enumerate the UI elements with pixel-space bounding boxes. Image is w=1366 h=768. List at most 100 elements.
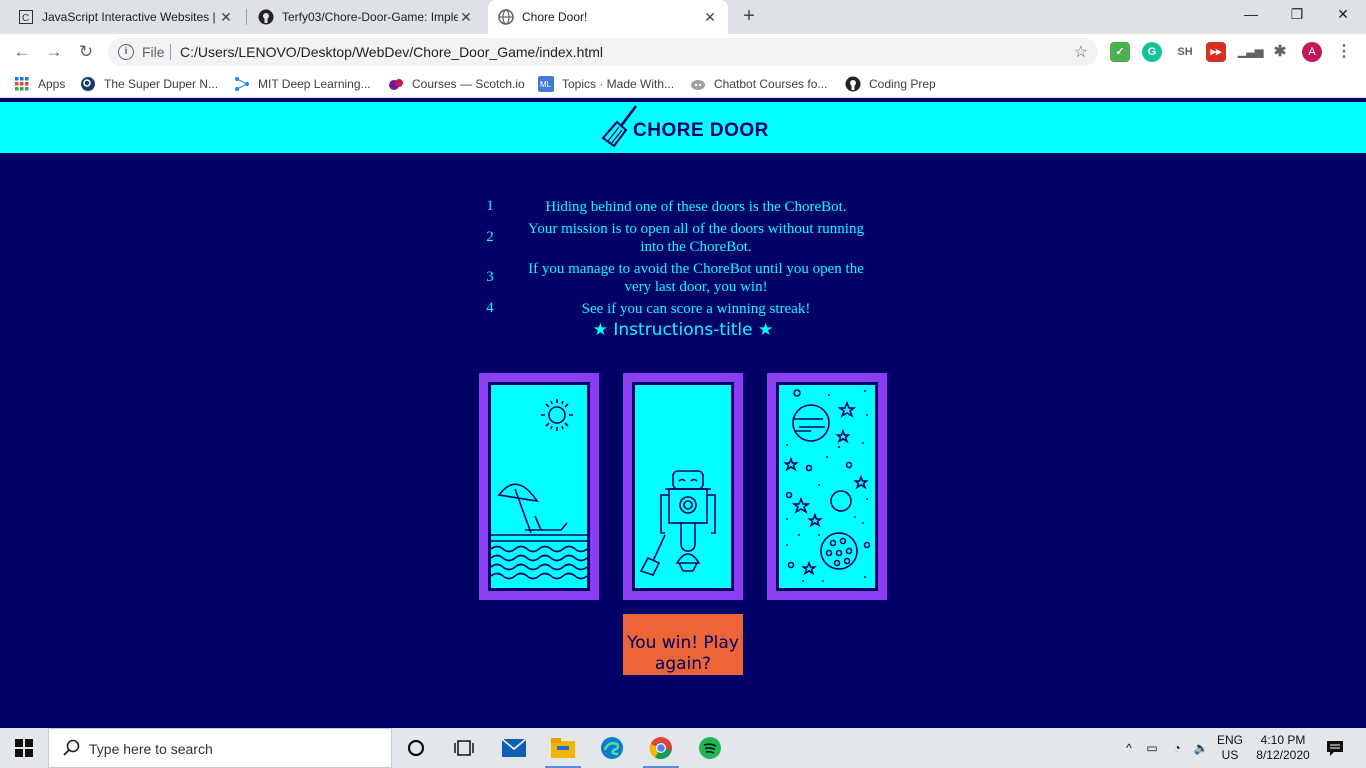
page-title: CHORE DOOR [633,120,769,141]
tab-title: Chore Door! [522,10,588,24]
omnibox-divider [170,44,171,60]
svg-text:ML: ML [540,80,552,89]
menu-kebab-icon[interactable]: ⋮ [1334,42,1354,62]
spotify-icon[interactable] [686,728,734,768]
extensions-puzzle-icon[interactable]: ✱ [1270,42,1290,62]
space-icon [783,389,871,582]
file-explorer-icon[interactable] [539,728,587,768]
instruction-text: Hiding behind one of these doors is the … [545,199,847,215]
minimize-button[interactable]: — [1228,0,1274,30]
instruction-text: See if you can score a winning streak! [581,301,811,317]
beach-icon [491,399,587,580]
info-icon[interactable]: i [118,44,134,60]
browser-tab-3[interactable]: Chore Door! ✕ [488,0,728,34]
extension-chart-icon[interactable]: ▁▃▅ [1238,42,1263,62]
cortana-icon[interactable] [392,728,440,768]
input-language-indicator[interactable]: ENG US [1214,728,1246,768]
address-bar[interactable]: i File C:/Users/LENOVO/Desktop/WebDev/Ch… [108,38,1098,66]
clock-date: 8/12/2020 [1256,748,1310,762]
clock[interactable]: 4:10 PM 8/12/2020 [1250,728,1316,768]
bookmark-apps[interactable]: Apps [14,76,65,92]
play-again-button[interactable]: You win! Play again? [623,614,743,675]
bookmarks-bar: Apps The Super Duper N... MIT Deep Learn… [0,70,1366,98]
svg-text:C: C [22,13,29,24]
extension-sh-icon[interactable]: SH [1173,42,1197,62]
github-icon [845,76,861,92]
chatbot-icon [690,76,706,92]
windows-logo-icon [15,739,33,757]
tab-divider [246,9,247,25]
instruction-number: 3 [486,269,494,285]
broom-icon [601,105,637,148]
region-code: US [1221,748,1239,762]
browser-tab-2[interactable]: Terfy03/Chore-Door-Game: Imple ✕ [248,0,484,34]
bookmark-topics[interactable]: ML Topics · Made With... [538,76,674,92]
windows-start-button[interactable] [0,728,48,768]
notification-center-icon[interactable] [1320,728,1350,768]
door-3[interactable] [767,373,887,600]
instruction-text: Your mission is to open all of the doors… [528,221,864,255]
globe-icon [498,9,514,25]
grammarly-icon[interactable]: G [1142,42,1162,62]
codecademy-icon: C [18,9,34,25]
back-button[interactable]: ← [10,40,34,64]
search-placeholder: Type here to search [89,741,213,757]
reload-button[interactable]: ↻ [74,40,98,64]
ml-icon: ML [538,76,554,92]
windows-taskbar: Type here to search ^ ▭ ◔ 🔈 ENG US 4:10 … [0,728,1366,768]
bookmark-label: Coding Prep [869,77,936,91]
bookmark-label: Topics · Made With... [562,77,675,91]
close-tab-icon[interactable]: ✕ [702,9,718,26]
bookmark-label: MIT Deep Learning... [258,77,371,91]
taskbar-search-box[interactable]: Type here to search [48,728,392,768]
chrome-icon[interactable] [637,728,685,768]
door-space-scene [776,382,878,591]
bookmark-label: Apps [38,77,66,91]
bookmark-star-icon[interactable]: ☆ [1074,42,1088,62]
task-view-icon[interactable] [440,728,488,768]
close-window-button[interactable]: ✕ [1320,0,1366,30]
bookmark-label: Courses — Scotch.io [412,77,525,91]
restore-button[interactable]: ❐ [1274,0,1320,30]
browser-toolbar: ← → ↻ i File C:/Users/LENOVO/Desktop/Web… [0,34,1366,70]
forward-button[interactable]: → [42,40,66,64]
door-robot-scene [632,382,734,591]
browser-tab-1[interactable]: C JavaScript Interactive Websites | C ✕ [8,0,244,34]
volume-icon[interactable]: 🔈 [1190,728,1212,768]
page-header: CHORE DOOR [0,102,1366,153]
scotch-icon [388,76,404,92]
bookmark-label: Chatbot Courses fo... [714,77,828,91]
scheme-label: File [142,44,165,60]
url-text[interactable]: C:/Users/LENOVO/Desktop/WebDev/Chore_Doo… [180,44,603,60]
bookmark-coding-prep[interactable]: Coding Prep [845,76,936,92]
language-code: ENG [1216,733,1243,747]
bookmark-chatbot[interactable]: Chatbot Courses fo... [690,76,827,92]
tab-title: Terfy03/Chore-Door-Game: Imple [282,10,458,24]
battery-icon[interactable]: ▭ [1142,728,1162,768]
bookmark-super-duper[interactable]: The Super Duper N... [80,76,218,92]
door-1[interactable] [479,373,599,600]
magnifier-icon [80,76,96,92]
mail-icon[interactable] [490,728,538,768]
search-icon [63,739,80,756]
door-2[interactable] [623,373,743,600]
bookmark-mit-deep-learning[interactable]: MIT Deep Learning... [234,76,371,92]
instructions-title: ★ Instructions-title ★ [592,320,774,340]
apps-grid-icon [14,76,30,92]
tab-strip: C JavaScript Interactive Websites | C ✕ … [0,0,1366,34]
extension-check-icon[interactable]: ✓ [1110,42,1130,62]
edge-icon[interactable] [588,728,636,768]
bookmark-scotch[interactable]: Courses — Scotch.io [388,76,525,92]
new-tab-button[interactable]: + [738,5,760,27]
wifi-icon[interactable]: ◔ [1166,728,1188,768]
extension-forward-icon[interactable]: ▸▸ [1206,42,1226,62]
show-hidden-icons-button[interactable]: ^ [1120,728,1138,768]
close-tab-icon[interactable]: ✕ [218,9,234,26]
instruction-number: 2 [486,229,494,245]
network-icon [234,76,250,92]
close-tab-icon[interactable]: ✕ [458,9,474,26]
profile-avatar[interactable]: A [1302,42,1322,62]
github-icon [258,9,274,25]
tab-title: JavaScript Interactive Websites | C [42,10,218,24]
instruction-text: If you manage to avoid the ChoreBot unti… [528,261,864,295]
